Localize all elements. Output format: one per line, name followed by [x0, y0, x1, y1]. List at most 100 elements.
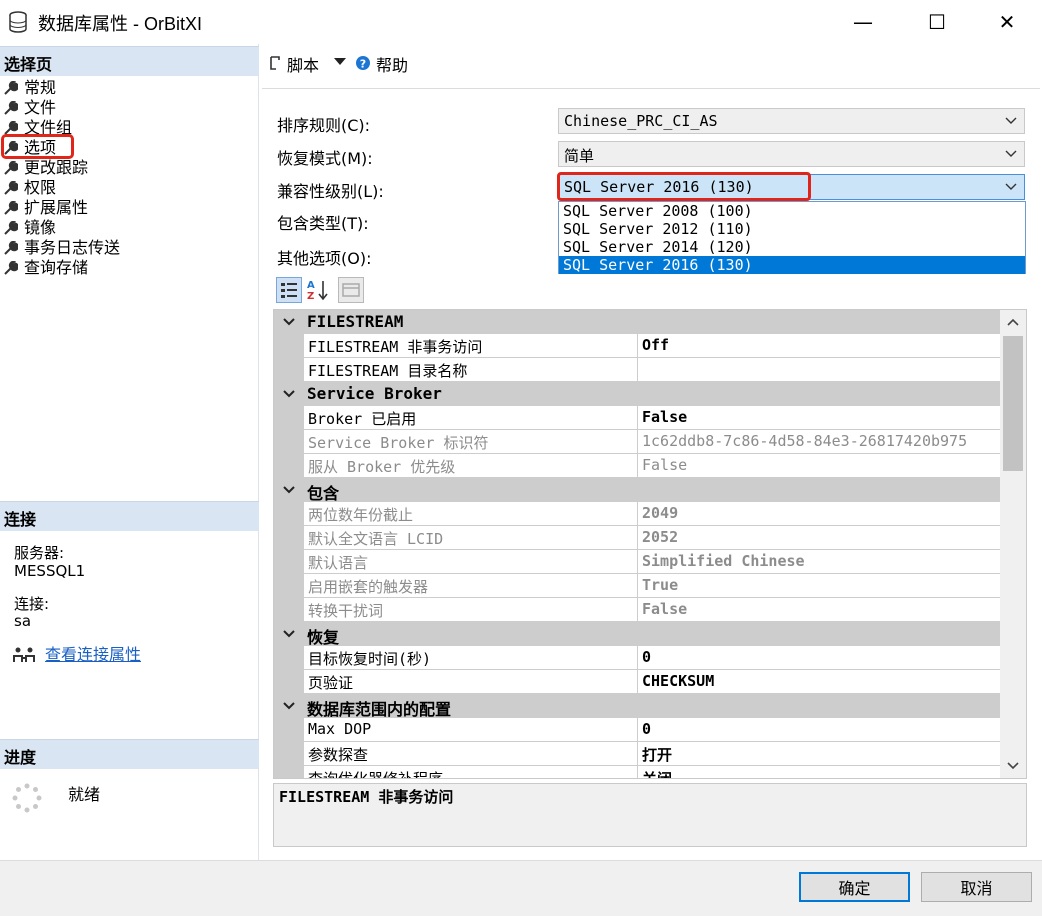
- scroll-down-icon[interactable]: [1006, 760, 1020, 772]
- property-pages-button[interactable]: [338, 277, 364, 303]
- category-service-broker[interactable]: Service Broker: [274, 382, 1000, 406]
- property-row[interactable]: 两位数年份截止 2049: [274, 502, 1000, 526]
- svg-text:?: ?: [360, 58, 366, 71]
- svg-text:Z: Z: [307, 291, 314, 302]
- help-icon: ?: [356, 56, 370, 71]
- property-row[interactable]: 页验证 CHECKSUM: [274, 670, 1000, 694]
- property-value[interactable]: 打开: [638, 742, 1000, 765]
- property-row[interactable]: 转换干扰词 False: [274, 598, 1000, 622]
- wrench-icon: [4, 101, 18, 115]
- property-value[interactable]: [638, 358, 1000, 381]
- property-row[interactable]: 目标恢复时间(秒) 0: [274, 646, 1000, 670]
- wrench-icon: [4, 201, 18, 215]
- spinner-icon: [12, 783, 42, 813]
- nav-label: 文件: [24, 98, 57, 117]
- property-value[interactable]: 0: [638, 646, 1000, 669]
- property-row[interactable]: Broker 已启用 False: [274, 406, 1000, 430]
- nav-item-log-shipping[interactable]: 事务日志传送: [4, 238, 120, 258]
- view-connection-properties-link[interactable]: 查看连接属性: [45, 641, 141, 665]
- category-database-scoped-config[interactable]: 数据库范围内的配置: [274, 694, 1000, 719]
- nav-item-query-store[interactable]: 查询存储: [4, 258, 88, 278]
- property-row[interactable]: 查询优化器修补程序 关闭: [274, 766, 1000, 778]
- category-filestream[interactable]: FILESTREAM: [274, 310, 1000, 334]
- wrench-icon: [4, 161, 18, 175]
- categorized-icon: [281, 283, 297, 298]
- dropdown-option-2014[interactable]: SQL Server 2014 (120): [559, 238, 1025, 256]
- property-name: 启用嵌套的触发器: [304, 574, 637, 597]
- alphabetical-button[interactable]: A Z: [305, 277, 331, 303]
- chevron-down-icon[interactable]: [282, 481, 296, 497]
- property-name: Broker 已启用: [304, 406, 637, 429]
- property-row[interactable]: 默认语言 Simplified Chinese: [274, 550, 1000, 574]
- property-name: 目标恢复时间(秒): [304, 646, 637, 669]
- property-row[interactable]: 服从 Broker 优先级 False: [274, 454, 1000, 478]
- chevron-down-icon: [1005, 150, 1017, 157]
- property-row[interactable]: 默认全文语言 LCID 2052: [274, 526, 1000, 550]
- connection-value: sa: [14, 612, 32, 630]
- ok-button[interactable]: 确定: [799, 872, 910, 902]
- collation-select[interactable]: Chinese_PRC_CI_AS: [558, 108, 1025, 134]
- property-row[interactable]: Service Broker 标识符 1c62ddb8-7c86-4d58-84…: [274, 430, 1000, 454]
- collation-value: Chinese_PRC_CI_AS: [564, 112, 718, 130]
- maximize-button[interactable]: ☐: [914, 0, 960, 44]
- chevron-down-icon[interactable]: [282, 313, 296, 329]
- property-value: Simplified Chinese: [638, 550, 1000, 573]
- property-row[interactable]: FILESTREAM 非事务访问 Off: [274, 334, 1000, 358]
- dropdown-option-2008[interactable]: SQL Server 2008 (100): [559, 202, 1025, 220]
- recovery-model-select[interactable]: 简单: [558, 141, 1025, 167]
- svg-text:A: A: [307, 280, 315, 291]
- script-button[interactable]: 脚本: [287, 52, 319, 76]
- chevron-down-icon[interactable]: [334, 58, 346, 66]
- nav-item-files[interactable]: 文件: [4, 98, 56, 118]
- category-containment[interactable]: 包含: [274, 478, 1000, 503]
- dropdown-option-2012[interactable]: SQL Server 2012 (110): [559, 220, 1025, 238]
- property-value[interactable]: 0: [638, 718, 1000, 741]
- progress-header: 进度: [0, 739, 259, 769]
- compat-level-label: 兼容性级别(L):: [277, 182, 384, 201]
- category-label: FILESTREAM: [307, 312, 404, 331]
- category-recovery[interactable]: 恢复: [274, 622, 1000, 647]
- property-row[interactable]: FILESTREAM 目录名称: [274, 358, 1000, 382]
- recovery-model-label: 恢复模式(M):: [277, 149, 373, 168]
- wrench-icon: [4, 121, 18, 135]
- nav-item-mirroring[interactable]: 镜像: [4, 218, 56, 238]
- chevron-down-icon[interactable]: [282, 697, 296, 713]
- property-name: 页验证: [304, 670, 637, 693]
- property-row[interactable]: Max DOP 0: [274, 718, 1000, 742]
- property-name: 默认全文语言 LCID: [304, 526, 637, 549]
- nav-item-change-tracking[interactable]: 更改跟踪: [4, 158, 88, 178]
- property-value[interactable]: 关闭: [638, 766, 1000, 778]
- property-value[interactable]: Off: [638, 334, 1000, 357]
- close-button[interactable]: ✕: [984, 0, 1030, 44]
- recovery-model-value: 简单: [564, 147, 595, 165]
- cancel-button[interactable]: 取消: [921, 872, 1032, 902]
- help-button[interactable]: 帮助: [376, 52, 408, 76]
- server-label: 服务器:: [14, 544, 65, 562]
- property-value: 2049: [638, 502, 1000, 525]
- property-value: 2052: [638, 526, 1000, 549]
- property-row[interactable]: 参数探查 打开: [274, 742, 1000, 766]
- category-label: Service Broker: [307, 384, 442, 403]
- chevron-down-icon[interactable]: [282, 385, 296, 401]
- wrench-icon: [4, 81, 18, 95]
- property-name: FILESTREAM 目录名称: [304, 358, 637, 381]
- toolbar: 脚本 ? 帮助: [262, 44, 1042, 84]
- nav-item-general[interactable]: 常规: [4, 78, 56, 98]
- dropdown-option-2016[interactable]: SQL Server 2016 (130): [559, 256, 1025, 274]
- vertical-scrollbar[interactable]: [1000, 310, 1026, 778]
- scrollbar-thumb[interactable]: [1003, 336, 1023, 471]
- property-value[interactable]: CHECKSUM: [638, 670, 1000, 693]
- database-icon: [9, 11, 27, 33]
- categorized-button[interactable]: [276, 277, 302, 303]
- nav-item-extended-properties[interactable]: 扩展属性: [4, 198, 88, 218]
- options-highlight-box: [1, 134, 74, 159]
- wrench-icon: [4, 241, 18, 255]
- window-title: 数据库属性 - OrBitXI: [38, 14, 203, 34]
- property-value[interactable]: False: [638, 406, 1000, 429]
- property-row[interactable]: 启用嵌套的触发器 True: [274, 574, 1000, 598]
- chevron-down-icon[interactable]: [282, 625, 296, 641]
- property-name: Max DOP: [304, 718, 637, 741]
- minimize-button[interactable]: —: [840, 0, 886, 44]
- nav-item-permissions[interactable]: 权限: [4, 178, 56, 198]
- scroll-up-icon[interactable]: [1006, 316, 1020, 328]
